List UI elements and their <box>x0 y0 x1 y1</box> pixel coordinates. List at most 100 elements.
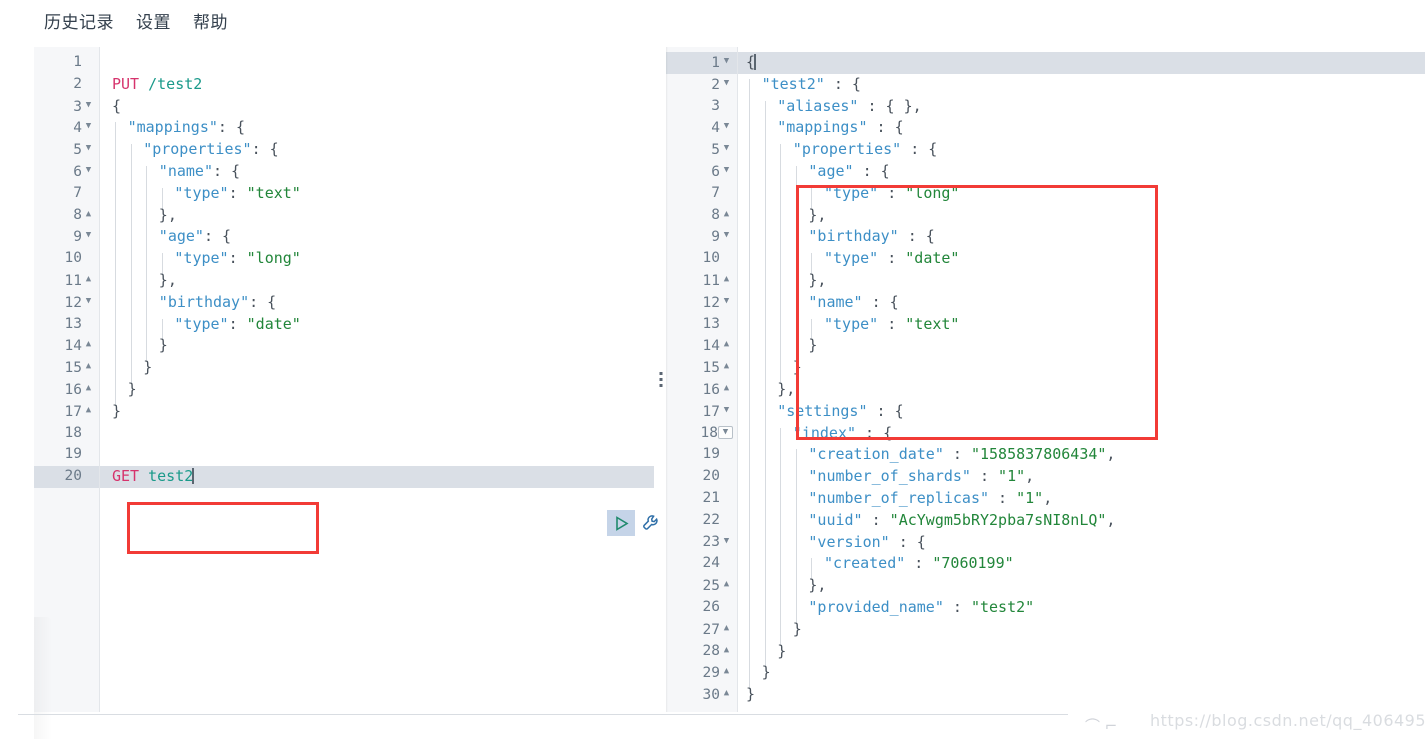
request-options-button[interactable] <box>637 510 665 536</box>
code-line[interactable]: }, <box>738 205 1425 227</box>
code-line[interactable]: "type" : "date" <box>738 248 1425 270</box>
code-line[interactable]: }, <box>738 270 1425 292</box>
code-line[interactable]: "type" : "long" <box>738 183 1425 205</box>
line-number[interactable]: 9▼ <box>666 226 737 248</box>
line-number[interactable]: 18▼ <box>666 423 737 445</box>
line-number[interactable]: 16▲ <box>34 379 99 401</box>
line-number[interactable]: 13 <box>666 314 737 336</box>
line-number[interactable]: 5▼ <box>666 139 737 161</box>
line-number[interactable]: 15▲ <box>34 357 99 379</box>
code-line[interactable]: "type": "long" <box>100 248 654 270</box>
line-number[interactable]: 1▼ <box>666 52 737 74</box>
code-line[interactable]: "uuid" : "AcYwgm5bRY2pba7sNI8nLQ", <box>738 510 1425 532</box>
code-line[interactable]: "number_of_replicas" : "1", <box>738 488 1425 510</box>
line-number[interactable]: 4▼ <box>666 117 737 139</box>
menu-item-settings[interactable]: 设置 <box>136 8 171 33</box>
code-line[interactable] <box>100 423 654 445</box>
line-number[interactable]: 16▲ <box>666 379 737 401</box>
code-line[interactable]: "properties": { <box>100 139 654 161</box>
line-number[interactable]: 8▲ <box>34 205 99 227</box>
line-number[interactable]: 15▲ <box>666 357 737 379</box>
code-line[interactable]: "birthday": { <box>100 292 654 314</box>
pane-splitter[interactable] <box>655 47 666 712</box>
line-number[interactable]: 28▲ <box>666 641 737 663</box>
code-line[interactable]: { <box>738 52 1425 74</box>
menu-item-history[interactable]: 历史记录 <box>44 8 114 33</box>
request-pane[interactable]: 123▼4▼5▼6▼78▲9▼1011▲12▼1314▲15▲16▲17▲181… <box>34 47 654 712</box>
line-number[interactable]: 9▼ <box>34 226 99 248</box>
code-line[interactable]: }, <box>738 575 1425 597</box>
code-line[interactable]: "birthday" : { <box>738 226 1425 248</box>
line-number[interactable]: 4▼ <box>34 117 99 139</box>
code-line[interactable]: "type": "date" <box>100 314 654 336</box>
code-line[interactable]: "settings" : { <box>738 401 1425 423</box>
line-number[interactable]: 13 <box>34 314 99 336</box>
line-number[interactable]: 20 <box>666 466 737 488</box>
code-line[interactable]: } <box>100 357 654 379</box>
line-number[interactable]: 6▼ <box>666 161 737 183</box>
line-number[interactable]: 11▲ <box>34 270 99 292</box>
code-line[interactable]: GET test2 <box>100 466 654 488</box>
code-line[interactable]: "aliases" : { }, <box>738 96 1425 118</box>
line-number[interactable]: 27▲ <box>666 619 737 641</box>
line-number[interactable]: 21 <box>666 488 737 510</box>
line-number[interactable]: 10 <box>666 248 737 270</box>
code-line[interactable]: } <box>738 662 1425 684</box>
code-line[interactable] <box>100 52 654 74</box>
code-line[interactable]: } <box>738 619 1425 641</box>
line-number[interactable]: 7 <box>666 183 737 205</box>
code-line[interactable]: "properties" : { <box>738 139 1425 161</box>
code-line[interactable]: "mappings": { <box>100 117 654 139</box>
code-line[interactable]: "created" : "7060199" <box>738 553 1425 575</box>
line-number[interactable]: 12▼ <box>34 292 99 314</box>
code-line[interactable]: }, <box>100 205 654 227</box>
code-line[interactable]: "type" : "text" <box>738 314 1425 336</box>
code-line[interactable]: "name": { <box>100 161 654 183</box>
line-number[interactable]: 2▼ <box>666 74 737 96</box>
code-line[interactable]: "creation_date" : "1585837806434", <box>738 444 1425 466</box>
code-line[interactable]: } <box>100 379 654 401</box>
code-line[interactable]: "age" : { <box>738 161 1425 183</box>
request-code-area[interactable]: PUT /test2{"mappings": {"properties": {"… <box>100 47 654 712</box>
line-number[interactable]: 14▲ <box>34 335 99 357</box>
code-line[interactable]: { <box>100 96 654 118</box>
line-number[interactable]: 22 <box>666 510 737 532</box>
code-line[interactable]: "version" : { <box>738 532 1425 554</box>
code-line[interactable]: } <box>100 335 654 357</box>
line-number[interactable]: 19 <box>34 444 99 466</box>
code-line[interactable]: "test2" : { <box>738 74 1425 96</box>
line-number[interactable]: 11▲ <box>666 270 737 292</box>
line-number[interactable]: 10 <box>34 248 99 270</box>
code-line[interactable]: } <box>738 335 1425 357</box>
line-number[interactable]: 12▼ <box>666 292 737 314</box>
menu-item-help[interactable]: 帮助 <box>193 8 228 33</box>
line-number[interactable]: 30▲ <box>666 684 737 706</box>
code-line[interactable]: } <box>738 684 1425 706</box>
line-number[interactable]: 26 <box>666 597 737 619</box>
code-line[interactable]: "age": { <box>100 226 654 248</box>
line-number[interactable]: 5▼ <box>34 139 99 161</box>
request-gutter[interactable]: 123▼4▼5▼6▼78▲9▼1011▲12▼1314▲15▲16▲17▲181… <box>34 47 100 712</box>
line-number[interactable]: 23▼ <box>666 532 737 554</box>
code-line[interactable] <box>100 444 654 466</box>
code-line[interactable]: "mappings" : { <box>738 117 1425 139</box>
response-code-area[interactable]: {"test2" : {"aliases" : { },"mappings" :… <box>738 47 1425 712</box>
line-number[interactable]: 17▲ <box>34 401 99 423</box>
code-line[interactable]: "index" : { <box>738 423 1425 445</box>
code-line[interactable]: }, <box>738 379 1425 401</box>
line-number[interactable]: 2 <box>34 74 99 96</box>
line-number[interactable]: 3 <box>666 96 737 118</box>
response-gutter[interactable]: 1▼2▼34▼5▼6▼78▲9▼1011▲12▼1314▲15▲16▲17▼18… <box>666 47 738 712</box>
line-number[interactable]: 19 <box>666 444 737 466</box>
code-line[interactable]: }, <box>100 270 654 292</box>
code-line[interactable]: } <box>738 641 1425 663</box>
line-number[interactable]: 20 <box>34 466 99 488</box>
code-line[interactable]: "type": "text" <box>100 183 654 205</box>
line-number[interactable]: 6▼ <box>34 161 99 183</box>
line-number[interactable]: 29▲ <box>666 662 737 684</box>
code-line[interactable]: "name" : { <box>738 292 1425 314</box>
code-line[interactable]: } <box>100 401 654 423</box>
line-number[interactable]: 8▲ <box>666 205 737 227</box>
code-line[interactable]: "number_of_shards" : "1", <box>738 466 1425 488</box>
line-number[interactable]: 18 <box>34 423 99 445</box>
